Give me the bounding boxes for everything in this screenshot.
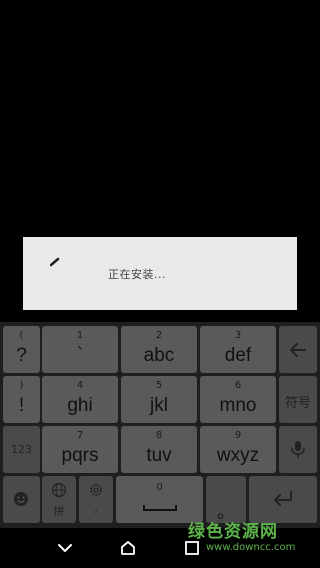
enter-icon [274,491,292,506]
key-hint: 5 [155,380,163,391]
key-8-tuv[interactable]: 8 tuv [121,426,197,473]
key-hint: 4 [76,380,84,391]
gear-icon [90,484,102,496]
dialog-message: 正在安装... [108,268,166,281]
key-hint: ( [19,330,24,341]
watermark-logo-text: 绿色资源网 [188,522,278,542]
key-5-jkl[interactable]: 5 jkl [121,376,197,423]
key-hint: 7 [76,430,84,441]
loading-spinner-icon [50,257,60,267]
emoji-button[interactable] [3,476,40,523]
key-label: jkl [150,395,168,416]
pinyin-label: 拼 [53,505,65,518]
numbers-label: 123 [11,443,32,456]
key-label: ! [18,395,25,416]
key-label: tuv [146,445,172,466]
symbols-button[interactable]: 符号 [279,376,317,423]
key-label: abc [143,345,175,366]
symbols-label: 符号 [284,396,311,411]
voice-input-button[interactable] [279,426,317,473]
enter-button[interactable] [249,476,317,523]
t9-keyboard: ( ? 1 ` 2 abc 3 def ) ! 4 ghi 5 jkl 6 mn… [0,322,320,528]
key-9-wxyz[interactable]: 9 wxyz [200,426,276,473]
key-punctuation-question[interactable]: ( ? [3,326,40,373]
key-label: wxyz [216,445,260,466]
key-hint: ) [19,380,24,391]
space-bar-icon [143,505,177,511]
backspace-button[interactable] [279,326,317,373]
key-hint: 6 [234,380,242,391]
key-hint: 0 [156,482,163,493]
install-progress-dialog: 正在安装... [23,237,297,310]
globe-icon [51,482,67,498]
key-label: ` [76,345,84,366]
period-key[interactable]: 。 [206,476,246,523]
key-hint: 8 [155,430,163,441]
key-punctuation-exclaim[interactable]: ) ! [3,376,40,423]
key-2-abc[interactable]: 2 abc [121,326,197,373]
key-label: def [224,345,252,366]
comma-label: , [94,502,98,515]
key-label: ? [16,345,27,366]
key-hint: 1 [76,330,84,341]
watermark-url: www.downcc.com [206,542,296,553]
key-1[interactable]: 1 ` [42,326,118,373]
microphone-icon [291,441,305,458]
screen: 正在安装... ( ? 1 ` 2 abc 3 def ) ! 4 ghi 5 … [0,0,320,568]
emoji-icon [14,492,28,506]
settings-button[interactable]: , [79,476,113,523]
key-label: pqrs [61,445,99,466]
key-label: ghi [67,395,93,416]
backspace-icon [290,343,306,357]
back-icon[interactable] [55,538,75,558]
key-3-def[interactable]: 3 def [200,326,276,373]
key-4-ghi[interactable]: 4 ghi [42,376,118,423]
language-button[interactable]: 拼 [42,476,76,523]
space-key[interactable]: 0 [116,476,203,523]
key-hint: 3 [234,330,242,341]
key-label: mno [219,395,257,416]
home-icon[interactable] [118,538,138,558]
numbers-button[interactable]: 123 [3,426,40,473]
key-6-mno[interactable]: 6 mno [200,376,276,423]
key-hint: 2 [155,330,163,341]
key-7-pqrs[interactable]: 7 pqrs [42,426,118,473]
key-hint: 9 [234,430,242,441]
